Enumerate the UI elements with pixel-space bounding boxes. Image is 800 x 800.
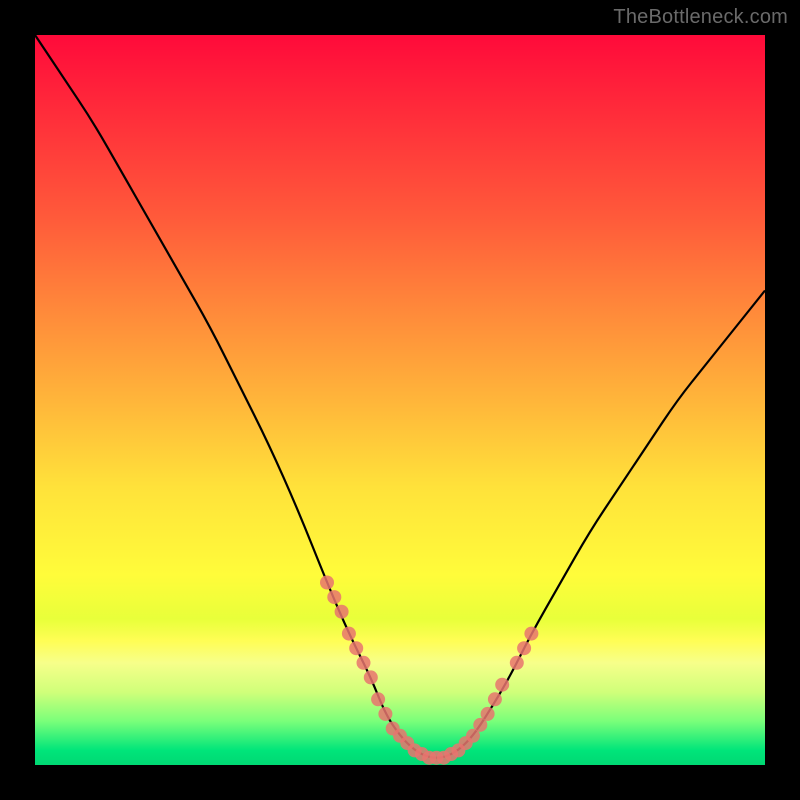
marker-point — [364, 670, 378, 684]
marker-group — [320, 576, 538, 765]
marker-point — [342, 627, 356, 641]
marker-point — [327, 590, 341, 604]
marker-point — [320, 576, 334, 590]
marker-point — [488, 692, 502, 706]
marker-point — [495, 678, 509, 692]
marker-point — [349, 641, 363, 655]
chart-svg — [35, 35, 765, 765]
marker-point — [510, 656, 524, 670]
marker-point — [524, 627, 538, 641]
plot-area — [35, 35, 765, 765]
marker-point — [378, 707, 392, 721]
chart-frame: TheBottleneck.com — [0, 0, 800, 800]
watermark-text: TheBottleneck.com — [613, 6, 788, 29]
marker-point — [517, 641, 531, 655]
marker-point — [371, 692, 385, 706]
marker-point — [357, 656, 371, 670]
marker-point — [481, 707, 495, 721]
curve-line — [35, 35, 765, 758]
marker-point — [335, 605, 349, 619]
